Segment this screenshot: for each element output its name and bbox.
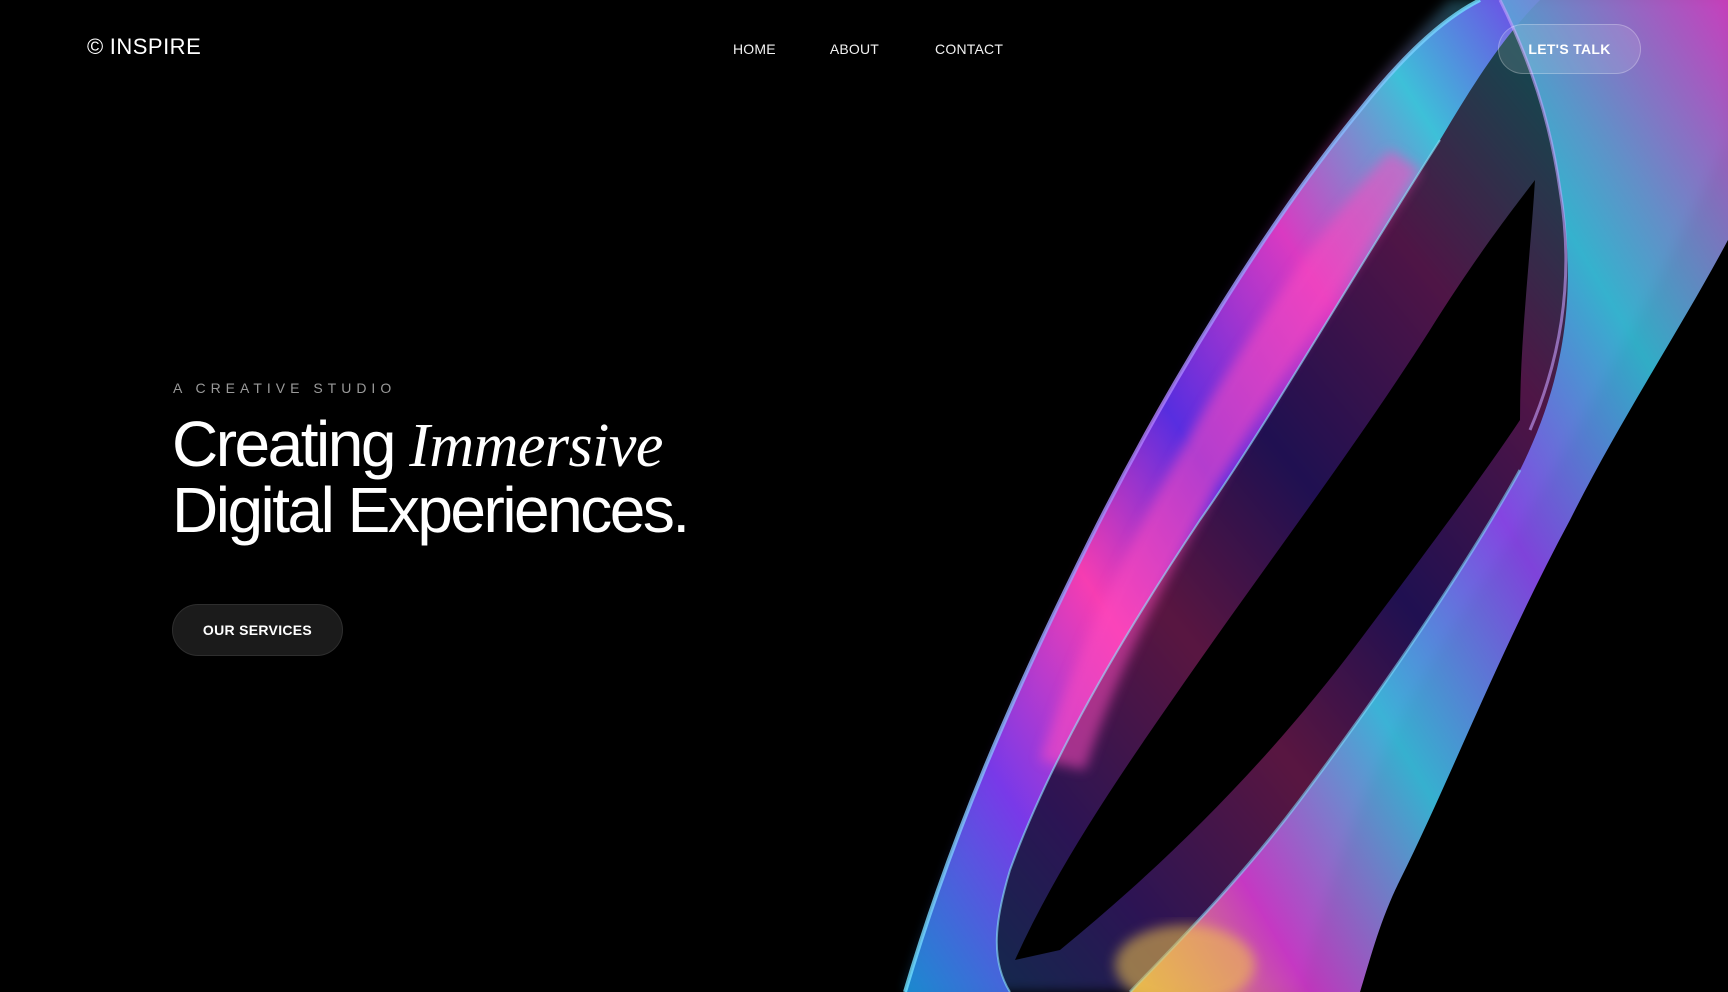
- nav-home-link[interactable]: HOME: [733, 41, 776, 57]
- main-nav: HOME ABOUT CONTACT: [733, 41, 1003, 57]
- lets-talk-button[interactable]: LET'S TALK: [1498, 24, 1641, 74]
- brand-name: INSPIRE: [109, 34, 202, 59]
- our-services-button[interactable]: OUR SERVICES: [172, 604, 343, 656]
- brand-logo[interactable]: © INSPIRE: [87, 34, 201, 60]
- nav-contact-link[interactable]: CONTACT: [935, 41, 1003, 57]
- headline-line2: Digital Experiences.: [172, 474, 690, 546]
- nav-about-link[interactable]: ABOUT: [830, 41, 879, 57]
- hero-headline: Creating Immersive Digital Experiences.: [172, 412, 690, 542]
- headline-italic: Immersive: [409, 412, 663, 480]
- headline-part1: Creating: [172, 408, 396, 480]
- hero-eyebrow: A CREATIVE STUDIO: [173, 380, 397, 396]
- copyright-icon: ©: [87, 34, 104, 59]
- hero-section: A CREATIVE STUDIO Creating Immersive Dig…: [172, 380, 690, 542]
